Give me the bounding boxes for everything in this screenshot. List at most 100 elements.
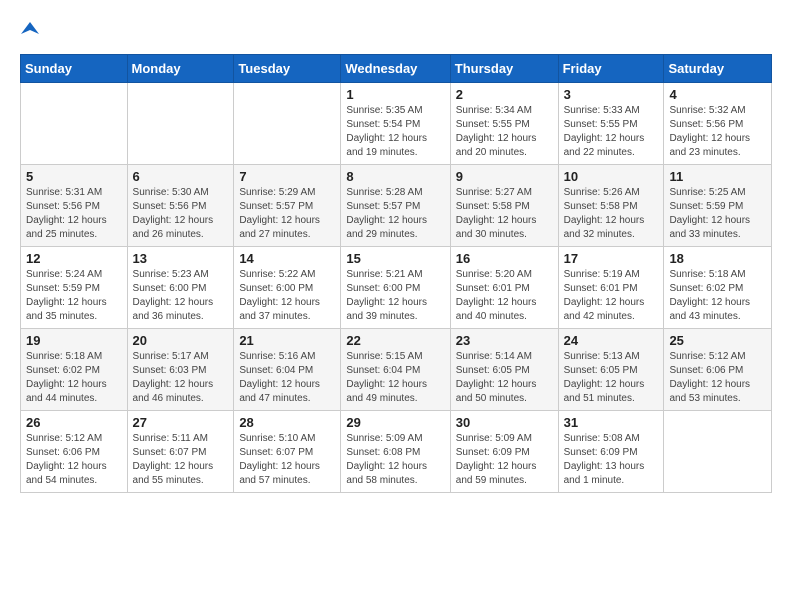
calendar-cell: 31 Sunrise: 5:08 AM Sunset: 6:09 PM Dayli… [558,411,664,493]
calendar-header-row: SundayMondayTuesdayWednesdayThursdayFrid… [21,55,772,83]
calendar-cell: 2 Sunrise: 5:34 AM Sunset: 5:55 PM Daylig… [450,83,558,165]
day-info: Sunrise: 5:15 AM Sunset: 6:04 PM Dayligh… [346,350,444,406]
calendar-cell: 7 Sunrise: 5:29 AM Sunset: 5:57 PM Daylig… [234,165,341,247]
day-number: 25 [669,333,766,348]
day-info: Sunrise: 5:20 AM Sunset: 6:01 PM Dayligh… [456,268,553,324]
calendar-cell: 21 Sunrise: 5:16 AM Sunset: 6:04 PM Dayli… [234,329,341,411]
day-info: Sunrise: 5:33 AM Sunset: 5:55 PM Dayligh… [564,104,659,160]
calendar-cell [21,83,128,165]
calendar-cell: 3 Sunrise: 5:33 AM Sunset: 5:55 PM Daylig… [558,83,664,165]
calendar-cell: 26 Sunrise: 5:12 AM Sunset: 6:06 PM Dayli… [21,411,128,493]
day-info: Sunrise: 5:14 AM Sunset: 6:05 PM Dayligh… [456,350,553,406]
calendar-header-thursday: Thursday [450,55,558,83]
calendar-cell: 27 Sunrise: 5:11 AM Sunset: 6:07 PM Dayli… [127,411,234,493]
calendar-cell: 23 Sunrise: 5:14 AM Sunset: 6:05 PM Dayli… [450,329,558,411]
calendar-cell [127,83,234,165]
calendar-cell: 1 Sunrise: 5:35 AM Sunset: 5:54 PM Daylig… [341,83,450,165]
day-number: 29 [346,415,444,430]
calendar-week-3: 12 Sunrise: 5:24 AM Sunset: 5:59 PM Dayli… [21,247,772,329]
day-number: 21 [239,333,335,348]
day-info: Sunrise: 5:11 AM Sunset: 6:07 PM Dayligh… [133,432,229,488]
calendar-cell: 30 Sunrise: 5:09 AM Sunset: 6:09 PM Dayli… [450,411,558,493]
day-number: 23 [456,333,553,348]
day-number: 9 [456,169,553,184]
day-number: 19 [26,333,122,348]
day-number: 16 [456,251,553,266]
day-info: Sunrise: 5:22 AM Sunset: 6:00 PM Dayligh… [239,268,335,324]
day-info: Sunrise: 5:31 AM Sunset: 5:56 PM Dayligh… [26,186,122,242]
calendar-cell: 28Sunrise: 5:10 AM Sunset: 6:07 PM Dayli… [234,411,341,493]
calendar-cell: 11Sunrise: 5:25 AM Sunset: 5:59 PM Dayli… [664,165,772,247]
calendar-cell: 22 Sunrise: 5:15 AM Sunset: 6:04 PM Dayli… [341,329,450,411]
day-number: 17 [564,251,659,266]
day-info: Sunrise: 5:12 AM Sunset: 6:06 PM Dayligh… [669,350,766,406]
day-info: Sunrise: 5:16 AM Sunset: 6:04 PM Dayligh… [239,350,335,406]
calendar-cell: 6 Sunrise: 5:30 AM Sunset: 5:56 PM Daylig… [127,165,234,247]
day-number: 18 [669,251,766,266]
calendar-cell [664,411,772,493]
day-number: 10 [564,169,659,184]
calendar-table: SundayMondayTuesdayWednesdayThursdayFrid… [20,54,772,493]
day-info: Sunrise: 5:13 AM Sunset: 6:05 PM Dayligh… [564,350,659,406]
calendar-cell: 13 Sunrise: 5:23 AM Sunset: 6:00 PM Dayli… [127,247,234,329]
calendar-cell: 8 Sunrise: 5:28 AM Sunset: 5:57 PM Daylig… [341,165,450,247]
day-info: Sunrise: 5:21 AM Sunset: 6:00 PM Dayligh… [346,268,444,324]
day-info: Sunrise: 5:27 AM Sunset: 5:58 PM Dayligh… [456,186,553,242]
day-number: 26 [26,415,122,430]
calendar-cell [234,83,341,165]
day-number: 14 [239,251,335,266]
day-info: Sunrise: 5:24 AM Sunset: 5:59 PM Dayligh… [26,268,122,324]
calendar-cell: 17Sunrise: 5:19 AM Sunset: 6:01 PM Dayli… [558,247,664,329]
day-number: 8 [346,169,444,184]
day-number: 13 [133,251,229,266]
calendar-header-sunday: Sunday [21,55,128,83]
day-info: Sunrise: 5:08 AM Sunset: 6:09 PM Dayligh… [564,432,659,488]
day-number: 7 [239,169,335,184]
calendar-cell: 12 Sunrise: 5:24 AM Sunset: 5:59 PM Dayli… [21,247,128,329]
day-info: Sunrise: 5:29 AM Sunset: 5:57 PM Dayligh… [239,186,335,242]
day-number: 5 [26,169,122,184]
day-info: Sunrise: 5:23 AM Sunset: 6:00 PM Dayligh… [133,268,229,324]
calendar-week-2: 5 Sunrise: 5:31 AM Sunset: 5:56 PM Daylig… [21,165,772,247]
calendar-cell: 10Sunrise: 5:26 AM Sunset: 5:58 PM Dayli… [558,165,664,247]
calendar-week-5: 26 Sunrise: 5:12 AM Sunset: 6:06 PM Dayli… [21,411,772,493]
day-number: 11 [669,169,766,184]
day-info: Sunrise: 5:32 AM Sunset: 5:56 PM Dayligh… [669,104,766,160]
calendar-cell: 16 Sunrise: 5:20 AM Sunset: 6:01 PM Dayli… [450,247,558,329]
calendar-cell: 24 Sunrise: 5:13 AM Sunset: 6:05 PM Dayli… [558,329,664,411]
day-number: 2 [456,87,553,102]
day-number: 3 [564,87,659,102]
calendar-cell: 19 Sunrise: 5:18 AM Sunset: 6:02 PM Dayli… [21,329,128,411]
calendar-week-1: 1 Sunrise: 5:35 AM Sunset: 5:54 PM Daylig… [21,83,772,165]
day-number: 27 [133,415,229,430]
day-info: Sunrise: 5:09 AM Sunset: 6:09 PM Dayligh… [456,432,553,488]
logo-bird-icon [21,20,39,38]
day-number: 31 [564,415,659,430]
day-info: Sunrise: 5:35 AM Sunset: 5:54 PM Dayligh… [346,104,444,160]
calendar-cell: 20Sunrise: 5:17 AM Sunset: 6:03 PM Dayli… [127,329,234,411]
calendar-cell: 14 Sunrise: 5:22 AM Sunset: 6:00 PM Dayli… [234,247,341,329]
calendar-header-friday: Friday [558,55,664,83]
day-number: 30 [456,415,553,430]
day-info: Sunrise: 5:18 AM Sunset: 6:02 PM Dayligh… [669,268,766,324]
calendar-cell: 4Sunrise: 5:32 AM Sunset: 5:56 PM Daylig… [664,83,772,165]
calendar-cell: 25 Sunrise: 5:12 AM Sunset: 6:06 PM Dayli… [664,329,772,411]
calendar-cell: 18 Sunrise: 5:18 AM Sunset: 6:02 PM Dayli… [664,247,772,329]
day-info: Sunrise: 5:30 AM Sunset: 5:56 PM Dayligh… [133,186,229,242]
day-number: 6 [133,169,229,184]
day-number: 1 [346,87,444,102]
calendar-cell: 5 Sunrise: 5:31 AM Sunset: 5:56 PM Daylig… [21,165,128,247]
day-info: Sunrise: 5:28 AM Sunset: 5:57 PM Dayligh… [346,186,444,242]
calendar-week-4: 19 Sunrise: 5:18 AM Sunset: 6:02 PM Dayli… [21,329,772,411]
calendar-header-tuesday: Tuesday [234,55,341,83]
day-info: Sunrise: 5:17 AM Sunset: 6:03 PM Dayligh… [133,350,229,406]
day-info: Sunrise: 5:12 AM Sunset: 6:06 PM Dayligh… [26,432,122,488]
day-info: Sunrise: 5:18 AM Sunset: 6:02 PM Dayligh… [26,350,122,406]
calendar-body: 1 Sunrise: 5:35 AM Sunset: 5:54 PM Daylig… [21,83,772,493]
day-number: 24 [564,333,659,348]
day-number: 12 [26,251,122,266]
day-number: 22 [346,333,444,348]
day-info: Sunrise: 5:34 AM Sunset: 5:55 PM Dayligh… [456,104,553,160]
calendar-header-wednesday: Wednesday [341,55,450,83]
day-info: Sunrise: 5:10 AM Sunset: 6:07 PM Dayligh… [239,432,335,488]
